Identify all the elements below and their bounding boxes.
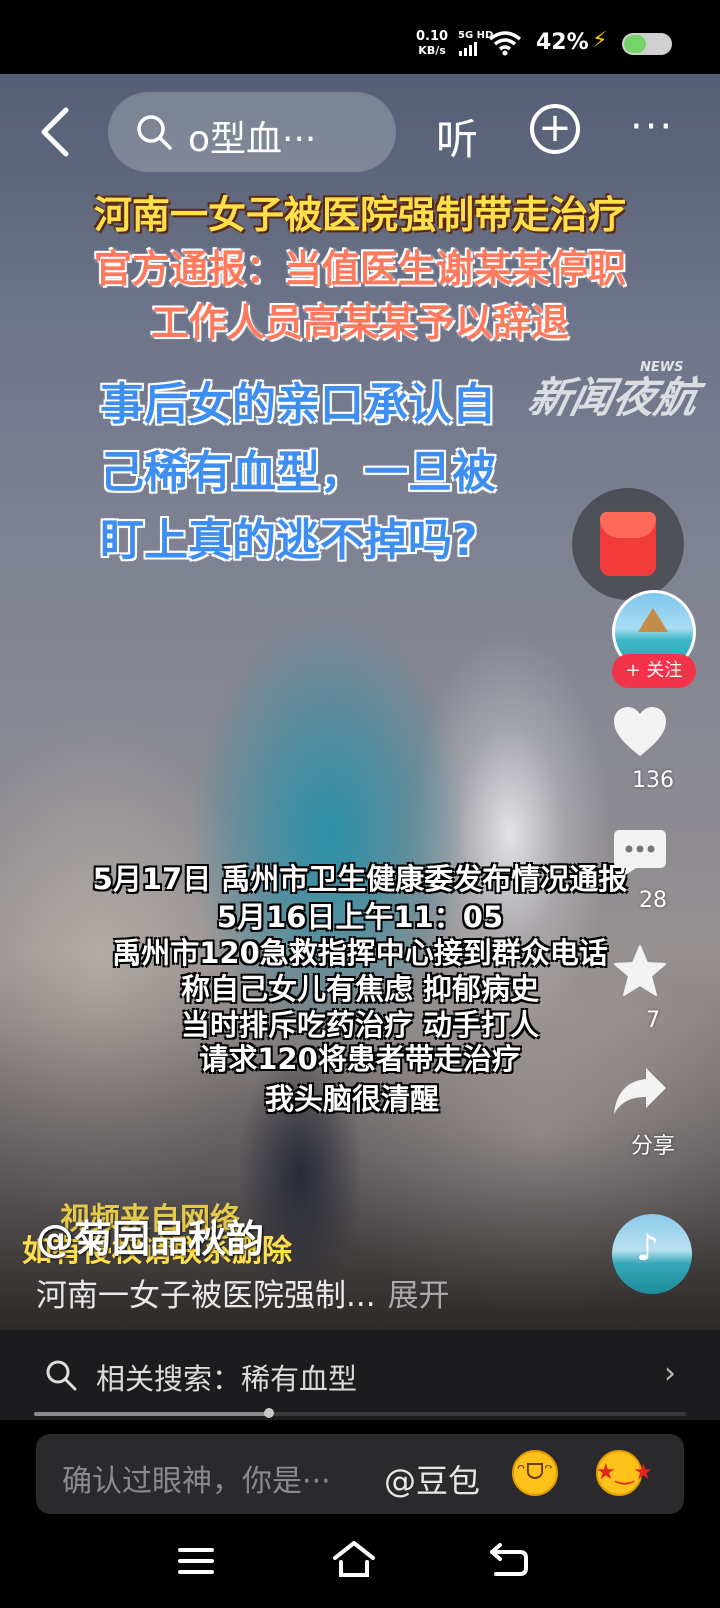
comment-count: 28	[639, 888, 667, 913]
menu-icon[interactable]	[178, 1546, 214, 1576]
author-name[interactable]: @菊园品秋韵	[36, 1208, 264, 1263]
like-icon[interactable]	[612, 706, 668, 758]
back-nav-icon[interactable]	[488, 1542, 530, 1578]
plus-circle-icon: +	[538, 105, 572, 151]
search-icon	[46, 1360, 77, 1391]
laughing-emoji-icon: ᵔᗜᵔ	[516, 1460, 554, 1485]
mention-doubao-button[interactable]: @豆包	[384, 1456, 480, 1502]
network-speed-value: 0.10	[416, 29, 449, 44]
status-bar	[0, 0, 720, 74]
favorite-count: 7	[646, 1008, 660, 1033]
ellipsis-icon: ···	[630, 104, 675, 150]
chevron-right-icon: ›	[664, 1356, 676, 1391]
home-icon[interactable]	[332, 1540, 376, 1578]
network-speed-unit: KB/s	[418, 44, 446, 57]
like-count: 136	[632, 768, 674, 793]
video-question-line1: 事后女的亲口承认自	[100, 379, 496, 430]
battery-level	[624, 35, 646, 53]
share-label: 分享	[630, 1134, 675, 1159]
comment-placeholder: 确认过眼神，你是···	[62, 1464, 331, 1499]
video-subtitle-line: 我头脑很清醒	[264, 1082, 439, 1116]
search-icon	[137, 115, 172, 150]
signal-icon	[459, 42, 477, 56]
network-speed: 0.10 KB/s	[416, 30, 448, 58]
video-headline-line1: 河南一女子被医院强制带走治疗	[93, 193, 626, 237]
red-packet-flap	[600, 512, 656, 538]
more-button[interactable]: ···	[630, 104, 674, 150]
video-progress-handle[interactable]	[263, 1408, 274, 1418]
video-progress-fill	[34, 1412, 269, 1416]
share-icon[interactable]	[612, 1066, 668, 1118]
video-headline-line3: 工作人员高某某予以辞退	[150, 301, 569, 345]
favorite-star-icon[interactable]	[612, 944, 668, 998]
charging-icon: ⚡	[592, 28, 608, 53]
post-description[interactable]: 河南一女子被医院强制... 展开	[36, 1270, 450, 1315]
listen-button[interactable]: 听	[436, 106, 478, 167]
search-query[interactable]: o型血···	[188, 110, 316, 162]
expand-link[interactable]: 展开	[388, 1278, 450, 1314]
back-button[interactable]	[36, 106, 76, 158]
star-eyes-emoji-icon: ★‿★	[596, 1460, 654, 1485]
related-search-text: 相关搜索：稀有血型	[96, 1362, 358, 1396]
battery-percent: 42%	[536, 30, 589, 55]
follow-button[interactable]: + 关注	[612, 654, 696, 688]
video-headline-line2: 官方通报：当值医生谢某某停职	[93, 247, 626, 291]
comment-icon[interactable]	[612, 828, 668, 878]
music-note-icon: ♪	[636, 1228, 659, 1269]
post-description-text: 河南一女子被医院强制...	[36, 1278, 376, 1314]
wifi-icon	[488, 31, 522, 56]
